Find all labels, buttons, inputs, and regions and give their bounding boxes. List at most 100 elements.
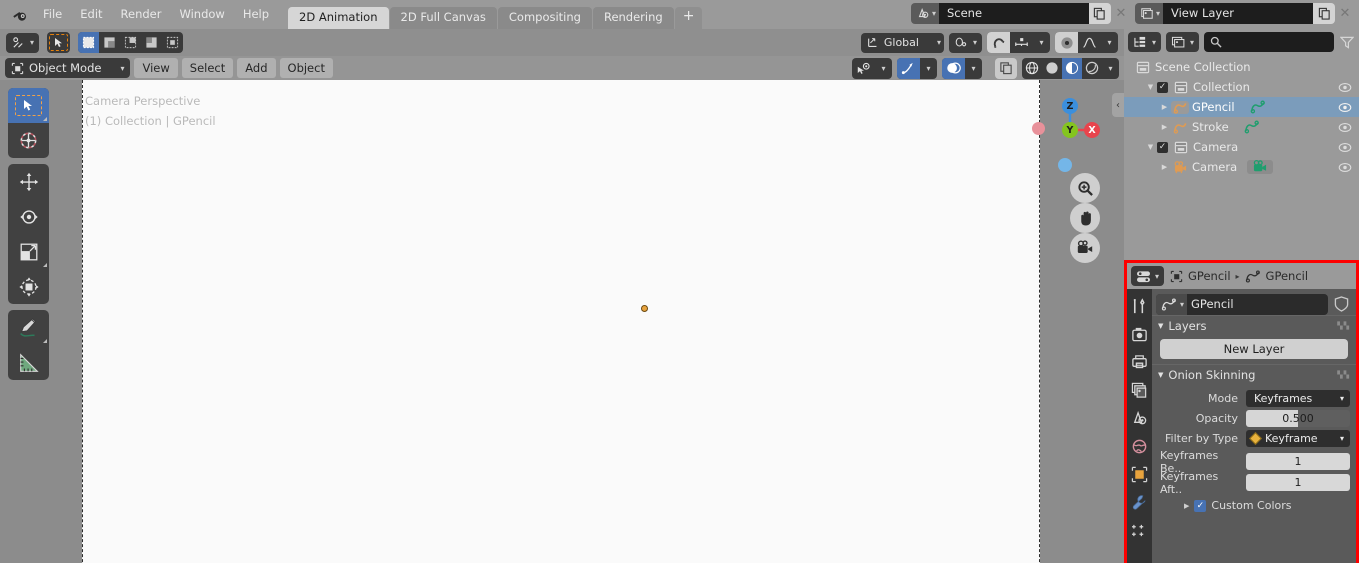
properties-editor-type-button[interactable]: ▾ [1131,266,1165,286]
xray-toggle-icon[interactable] [995,57,1017,79]
tweak-select-tool[interactable] [8,88,49,123]
gizmo-axis-z[interactable]: Z [1062,98,1078,114]
properties-tab-modifier[interactable] [1127,488,1152,516]
keyframes-after-field[interactable]: 1 [1246,474,1350,491]
snap-target-icon[interactable] [1010,32,1033,53]
collection-checkbox[interactable]: ✓ [1157,81,1168,93]
onion-filter-dropdown[interactable]: Keyframe ▾ [1246,430,1350,447]
chevron-down-icon[interactable]: ▾ [965,58,982,79]
visibility-eye-icon[interactable] [1337,162,1353,173]
tool-settings-button[interactable]: ▾ [6,32,40,53]
properties-tab-output[interactable] [1127,348,1152,376]
visibility-eye-icon[interactable] [1337,142,1353,153]
tab-rendering[interactable]: Rendering [592,7,674,29]
falloff-curve-icon[interactable] [1078,32,1101,53]
funnel-filter-icon[interactable] [1339,36,1355,49]
transform-orientation-dropdown[interactable]: Global ▾ [860,32,944,53]
viewport-3d[interactable]: Camera Perspective (1) Collection | GPen… [0,80,1124,563]
properties-tab-particles[interactable] [1127,516,1152,544]
pivot-point-dropdown[interactable]: ▾ [948,32,982,53]
select-invert-icon[interactable] [141,32,162,53]
shading-wireframe-icon[interactable] [1022,58,1042,79]
transform-tool[interactable] [8,269,49,304]
panel-header-onion-skinning[interactable]: ▼ Onion Skinning ▚▚ [1152,364,1356,384]
new-view-layer-button[interactable] [1313,2,1335,24]
outliner-row-camera-collection[interactable]: ▼ ✓ Camera [1124,137,1359,157]
view-layer-selector[interactable]: ▾ View Layer ✕ [1134,2,1355,24]
move-tool[interactable] [8,164,49,199]
outliner-row-stroke[interactable]: ▶ Stroke [1124,117,1359,137]
scene-name[interactable]: Scene [938,2,1089,24]
rotate-tool[interactable] [8,199,49,234]
outliner-id-filter-dropdown[interactable]: ▾ [1166,32,1200,52]
breadcrumb-object-label[interactable]: GPencil [1188,269,1231,283]
pan-button[interactable] [1070,203,1100,233]
gpencil-data-icon[interactable] [1239,120,1265,134]
shading-material-preview-icon[interactable] [1062,57,1082,79]
gizmo-icon[interactable] [897,57,920,79]
panel-header-layers[interactable]: ▼ Layers ▚▚ [1152,315,1356,335]
menu-render[interactable]: Render [112,3,171,25]
select-extend-icon[interactable] [99,32,120,53]
navigation-gizmo[interactable]: Z Y X [1030,88,1110,158]
interaction-mode-dropdown[interactable]: Object Mode ▾ [5,58,131,78]
select-subtract-icon[interactable] [120,32,141,53]
new-layer-button[interactable]: New Layer [1160,339,1348,359]
datablock-name[interactable]: GPencil [1191,297,1234,311]
datablock-browse-button[interactable]: ▾ [1156,293,1188,315]
collection-checkbox[interactable]: ✓ [1157,141,1168,153]
menu-edit[interactable]: Edit [71,3,111,25]
view-layer-name[interactable]: View Layer [1163,2,1313,24]
visibility-eye-icon[interactable] [1337,122,1353,133]
chevron-down-icon[interactable]: ▾ [1101,32,1118,53]
outliner-row-camera-object[interactable]: ▶ Camera [1124,157,1359,177]
cursor-tool[interactable] [8,123,49,158]
zoom-button[interactable] [1070,173,1100,203]
fake-user-shield-icon[interactable] [1331,294,1352,315]
select-set-icon[interactable] [78,32,100,53]
chevron-down-icon[interactable]: ▾ [875,58,892,79]
visibility-eye-icon[interactable] [1337,82,1353,93]
camera-data-icon[interactable] [1247,160,1274,174]
expander-right-icon[interactable]: ▶ [1158,123,1171,131]
expander-right-icon[interactable]: ▶ [1158,103,1171,111]
outliner-search-input[interactable] [1204,32,1334,52]
viewport-menu-add[interactable]: Add [237,58,276,78]
menu-help[interactable]: Help [234,3,278,25]
gpencil-data-icon[interactable] [1245,100,1271,114]
gizmo-axis-negative-z[interactable] [1058,158,1072,172]
view-layer-browse-button[interactable]: ▾ [1134,2,1163,24]
gizmo-axis-y[interactable]: Y [1062,122,1078,138]
proportional-editing-icon[interactable] [1055,32,1078,53]
subpanel-expand-triangle-icon[interactable]: ▶ [1184,502,1189,510]
menu-file[interactable]: File [34,3,71,25]
shading-solid-icon[interactable] [1042,58,1062,79]
expander-down-icon[interactable]: ▼ [1144,143,1157,151]
scale-tool[interactable] [8,234,49,269]
expander-right-icon[interactable]: ▶ [1158,163,1171,171]
scene-selector[interactable]: ▾ Scene ✕ [910,2,1131,24]
camera-view-button[interactable] [1070,233,1100,263]
custom-colors-checkbox[interactable]: ✓ [1194,499,1207,512]
magnet-icon[interactable] [987,32,1010,53]
properties-tab-render[interactable] [1127,320,1152,348]
tab-2d-full-canvas[interactable]: 2D Full Canvas [389,7,497,29]
properties-tab-view-layer[interactable] [1127,376,1152,404]
outliner-row-scene-collection[interactable]: Scene Collection [1124,57,1359,77]
properties-tab-scene[interactable] [1127,404,1152,432]
onion-mode-dropdown[interactable]: Keyframes ▾ [1246,390,1350,407]
gpencil-datablock-field[interactable]: ▾ GPencil [1156,293,1328,315]
object-visibility-dropdown[interactable]: ▾ [852,57,892,79]
expander-down-icon[interactable]: ▼ [1144,83,1157,91]
tab-2d-animation[interactable]: 2D Animation [288,7,389,29]
new-scene-button[interactable] [1088,2,1111,24]
camera-canvas[interactable] [82,80,1040,563]
chevron-down-icon[interactable]: ▾ [1033,32,1050,53]
visibility-eye-icon[interactable] [1337,102,1353,113]
shading-rendered-icon[interactable] [1082,58,1102,79]
add-workspace-button[interactable]: + [674,7,703,29]
viewport-menu-view[interactable]: View [134,58,178,78]
viewport-menu-object[interactable]: Object [279,58,333,78]
properties-tab-world[interactable] [1127,432,1152,460]
unlink-x-icon[interactable]: ✕ [1335,3,1355,24]
